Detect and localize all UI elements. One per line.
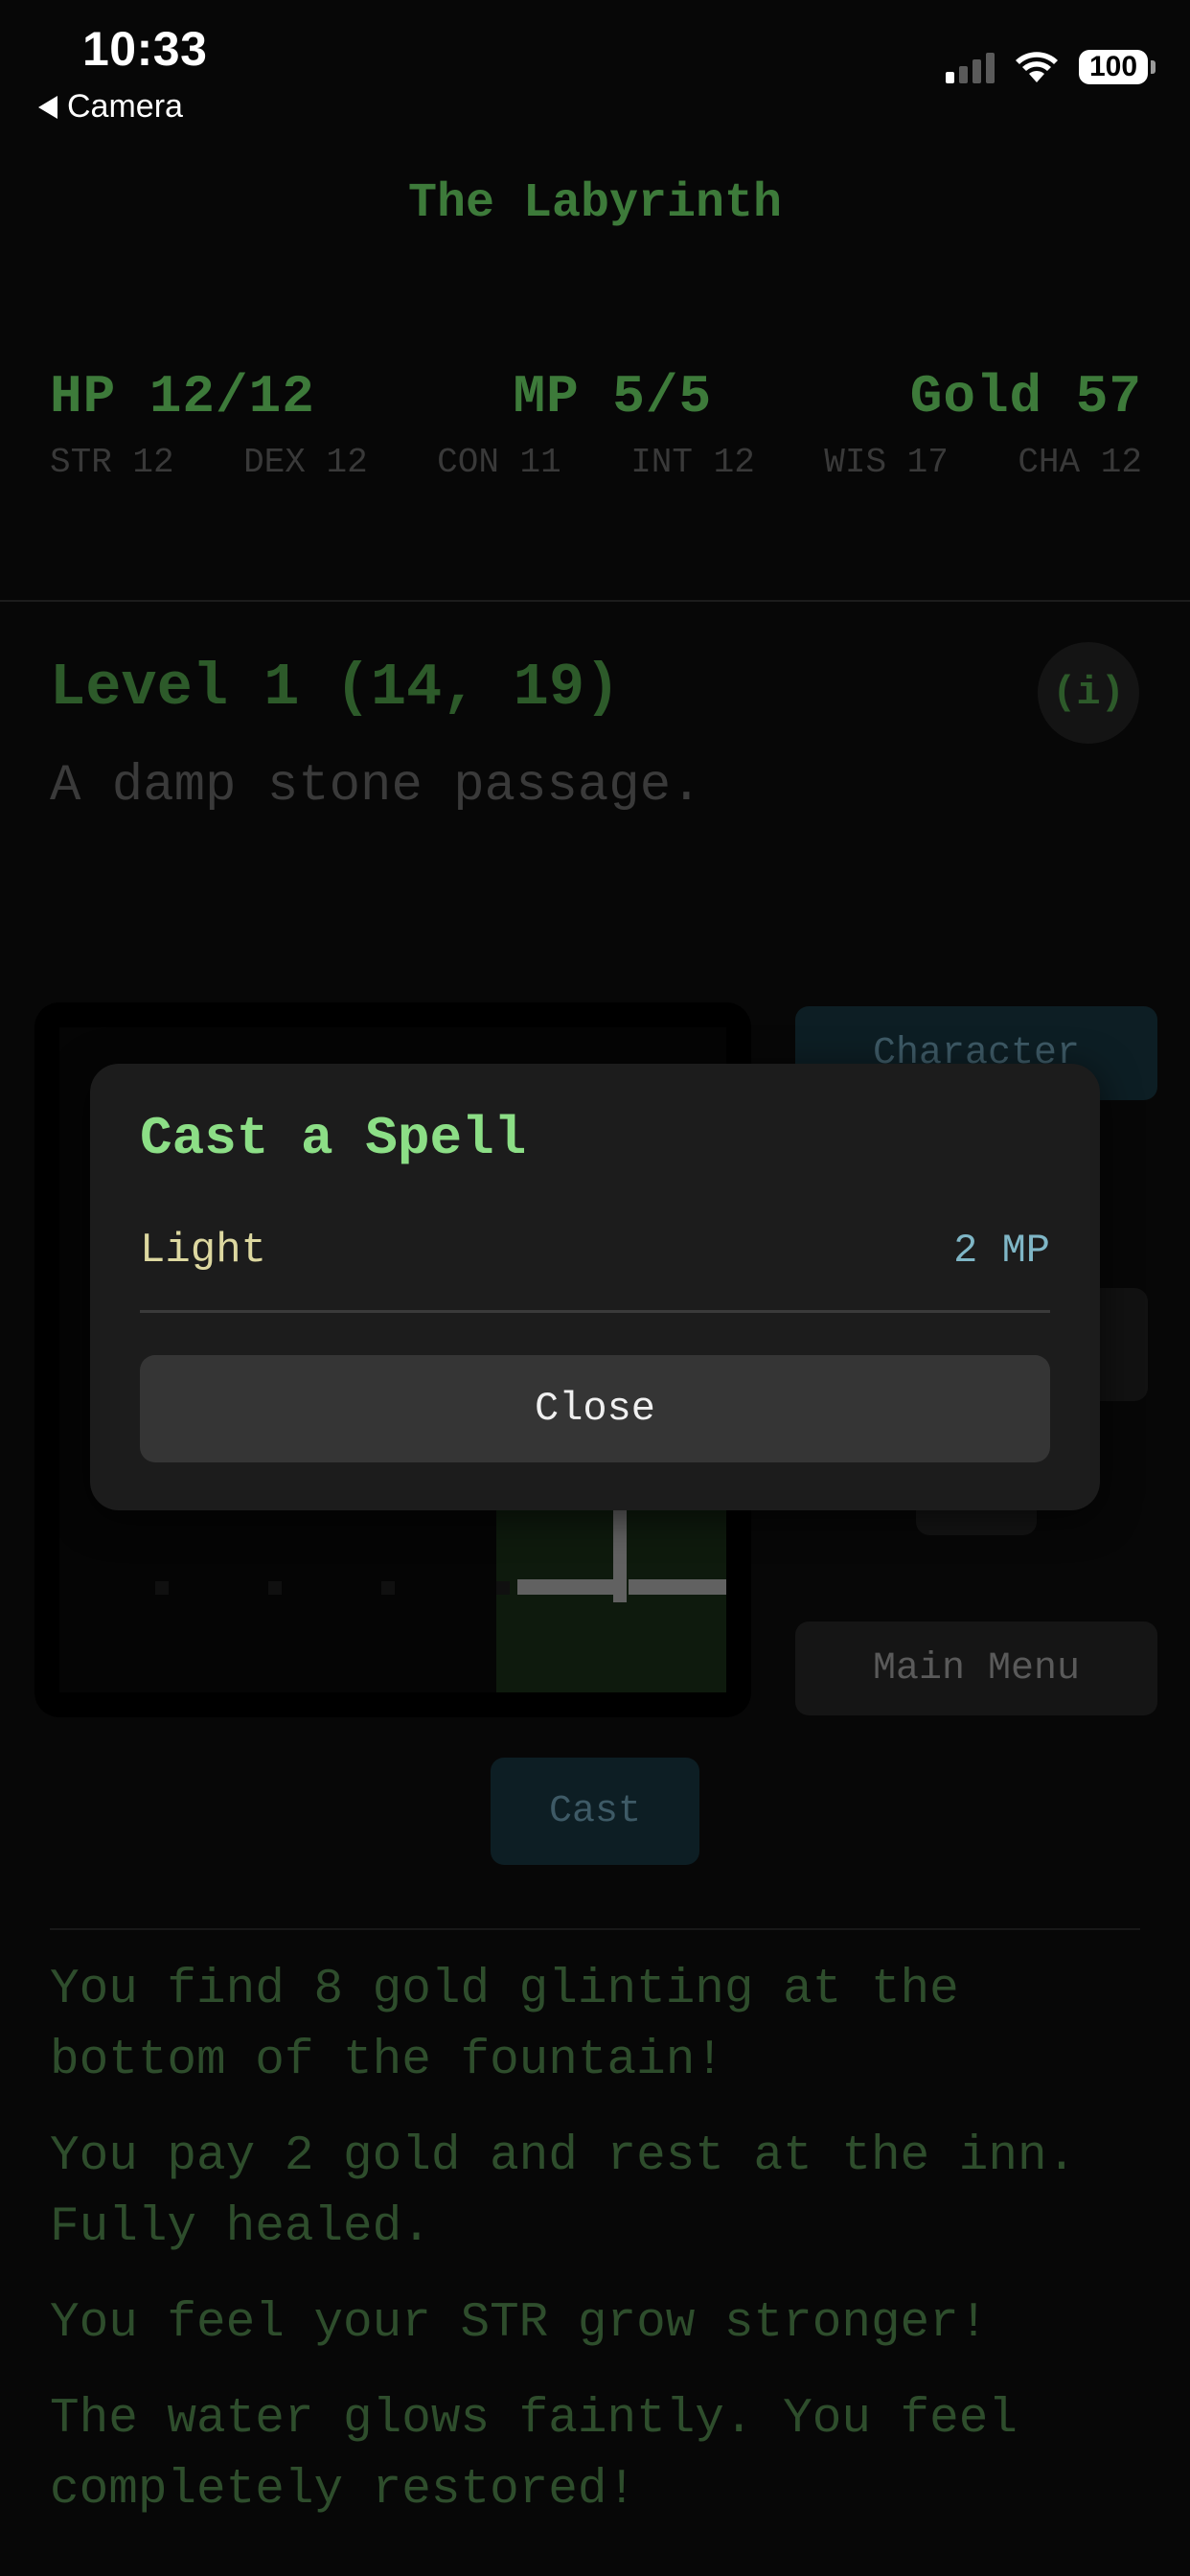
attribute-stats: STR 12 DEX 12 CON 11 INT 12 WIS 17 CHA 1…	[50, 443, 1142, 482]
wifi-icon	[1016, 52, 1058, 82]
gold-stat: Gold 57	[909, 366, 1142, 427]
map-floor-dot	[381, 1581, 395, 1595]
back-label: Camera	[67, 88, 183, 125]
dialog-title: Cast a Spell	[140, 1108, 527, 1169]
spell-cost: 2 MP	[953, 1227, 1050, 1274]
status-icons: 100	[946, 50, 1156, 84]
app-title: The Labyrinth	[407, 176, 783, 231]
map-floor-dot	[496, 1581, 510, 1595]
spell-option-light[interactable]: Light 2 MP	[140, 1219, 1050, 1313]
back-to-camera-link[interactable]: Camera	[38, 88, 183, 126]
map-floor-dot	[155, 1581, 169, 1595]
log-entry: The water glows faintly. You feel comple…	[50, 2392, 1018, 2518]
battery-icon: 100	[1079, 50, 1156, 84]
location-description: A damp stone passage.	[50, 757, 702, 816]
cast-button[interactable]: Cast	[491, 1758, 699, 1865]
map-wall	[517, 1579, 613, 1595]
map-wall	[613, 1508, 627, 1602]
message-log: You find 8 gold glinting at the bottom o…	[50, 1955, 1142, 2551]
log-entry: You find 8 gold glinting at the bottom o…	[50, 1963, 959, 2088]
level-location: Level 1 (14, 19)	[50, 654, 621, 722]
map-wall	[629, 1579, 726, 1595]
cha-stat: CHA 12	[1018, 443, 1142, 482]
battery-level: 100	[1088, 51, 1138, 82]
con-stat: CON 11	[437, 443, 561, 482]
int-stat: INT 12	[630, 443, 755, 482]
close-button[interactable]: Close	[140, 1355, 1050, 1462]
mp-stat: MP 5/5	[513, 366, 713, 427]
log-entry: You pay 2 gold and rest at the inn. Full…	[50, 2129, 1077, 2255]
info-button[interactable]: (i)	[1038, 642, 1139, 744]
dex-stat: DEX 12	[243, 443, 368, 482]
status-time: 10:33	[82, 22, 208, 76]
spell-name: Light	[140, 1226, 267, 1275]
log-divider	[50, 1928, 1140, 1930]
cellular-signal-icon	[946, 51, 995, 83]
header-divider	[0, 600, 1190, 602]
wis-stat: WIS 17	[824, 443, 949, 482]
map-floor-dot	[268, 1581, 282, 1595]
hp-stat: HP 12/12	[50, 366, 315, 427]
main-menu-button[interactable]: Main Menu	[795, 1622, 1157, 1715]
map-explored-room	[496, 1508, 726, 1692]
stats-main: HP 12/12 MP 5/5 Gold 57	[50, 366, 1142, 427]
log-entry: You feel your STR grow stronger!	[50, 2296, 989, 2351]
back-arrow-icon	[38, 95, 57, 119]
str-stat: STR 12	[50, 443, 174, 482]
